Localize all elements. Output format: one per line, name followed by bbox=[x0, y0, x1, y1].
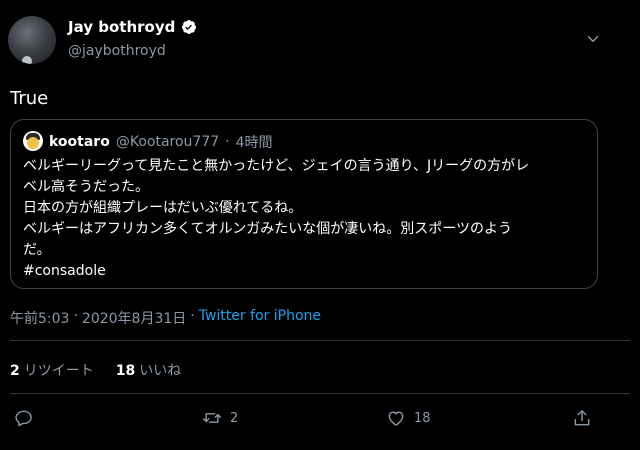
retweets-count: 2 bbox=[10, 363, 20, 379]
retweet-count: 2 bbox=[230, 410, 239, 426]
likes-label: いいね bbox=[139, 363, 182, 379]
reply-icon bbox=[15, 410, 32, 427]
retweet-icon bbox=[202, 413, 222, 423]
meta-separator: · bbox=[190, 308, 195, 324]
tweet-timestamp-row: 午前5:03 · 2020年8月31日 · Twitter for iPhone bbox=[10, 308, 321, 328]
meta-separator: · bbox=[73, 308, 78, 324]
likes-stat[interactable]: 18 いいね bbox=[116, 360, 181, 380]
verified-badge-icon bbox=[182, 20, 197, 34]
quoted-author-name[interactable]: kootaro bbox=[49, 134, 110, 150]
retweet-button[interactable]: 2 bbox=[202, 408, 238, 428]
quoted-tweet-body: ベルギーリーグって見たこと無かったけど、ジェイの言う通り、Jリーグの方がレ ベル… bbox=[23, 156, 588, 282]
quoted-author-avatar[interactable] bbox=[23, 131, 43, 151]
quoted-line: だ。 bbox=[23, 242, 51, 258]
engagement-stats: 2 リツイート 18 いいね bbox=[10, 360, 181, 380]
quoted-tweet-header: kootaro @Kootarou777 · 4時間 bbox=[49, 132, 273, 152]
quoted-author-handle[interactable]: @Kootarou777 bbox=[116, 134, 219, 150]
divider bbox=[10, 340, 630, 341]
reply-button[interactable] bbox=[14, 408, 34, 428]
quoted-hashtag[interactable]: #consadole bbox=[23, 261, 588, 282]
chevron-down-icon[interactable] bbox=[584, 30, 602, 48]
tweet-time[interactable]: 午前5:03 bbox=[10, 308, 69, 328]
retweets-label: リツイート bbox=[23, 363, 94, 379]
quoted-time[interactable]: 4時間 bbox=[236, 132, 273, 152]
like-icon bbox=[388, 411, 404, 426]
tweet-date[interactable]: 2020年8月31日 bbox=[82, 308, 186, 328]
like-button[interactable]: 18 bbox=[386, 408, 431, 428]
tweet-text: True bbox=[10, 88, 49, 109]
tweet-source-link[interactable]: Twitter for iPhone bbox=[199, 308, 321, 328]
quoted-line: ベルギーリーグって見たこと無かったけど、ジェイの言う通り、Jリーグの方がレ bbox=[23, 158, 530, 174]
like-count: 18 bbox=[414, 410, 431, 426]
action-bar: 2 18 bbox=[10, 408, 610, 434]
retweets-stat[interactable]: 2 リツイート bbox=[10, 360, 94, 380]
author-display-name[interactable]: Jay bothroyd bbox=[68, 18, 175, 36]
quoted-line: 日本の方が組織プレーはだいぶ優れてるね。 bbox=[23, 200, 303, 216]
quoted-tweet-card[interactable]: kootaro @Kootarou777 · 4時間 ベルギーリーグって見たこと… bbox=[10, 119, 598, 289]
author-handle[interactable]: @jaybothroyd bbox=[68, 43, 166, 59]
share-button[interactable] bbox=[572, 408, 592, 428]
author-name-row[interactable]: Jay bothroyd bbox=[68, 18, 197, 36]
quoted-separator: · bbox=[225, 134, 230, 150]
author-avatar[interactable] bbox=[8, 16, 56, 64]
likes-count: 18 bbox=[115, 363, 136, 379]
divider bbox=[10, 393, 630, 394]
quoted-line: ベル高そうだった。 bbox=[23, 179, 149, 195]
quoted-line: ベルギーはアフリカン多くてオルンガみたいな個が凄いね。別スポーツのよう bbox=[23, 221, 513, 237]
share-icon bbox=[574, 410, 590, 426]
